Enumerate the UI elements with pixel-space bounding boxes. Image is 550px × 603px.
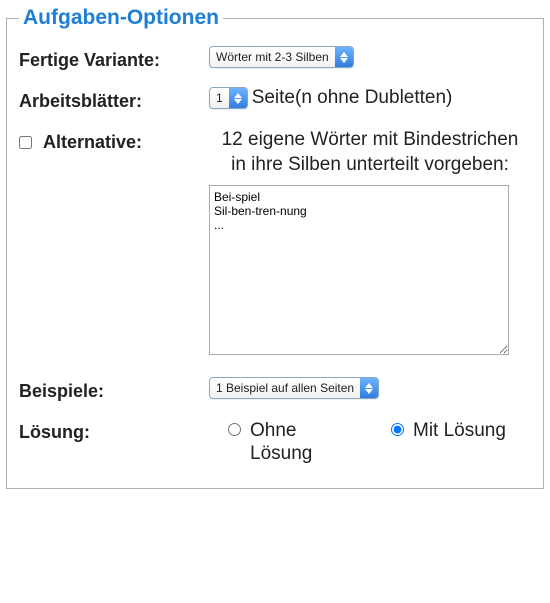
alternative-value-cell: 12 eigene Wörter mit Bindestrichen in ih…	[209, 128, 531, 361]
worksheets-value-cell: 1 Seite(n ohne Dubletten)	[209, 87, 531, 109]
updown-icon	[229, 88, 247, 108]
worksheets-label: Arbeitsblätter:	[19, 87, 209, 112]
row-alternative: Alternative: 12 eigene Wörter mit Bindes…	[19, 128, 531, 361]
worksheets-suffix: Seite(n ohne Dubletten)	[252, 87, 453, 109]
solution-option-mit-label: Mit Lösung	[413, 420, 506, 443]
solution-radio-ohne[interactable]	[228, 423, 241, 436]
variant-select[interactable]: Wörter mit 2-3 Silben	[209, 46, 354, 68]
row-solution: Lösung: Ohne Lösung Mit Lösung	[19, 418, 531, 466]
row-variant: Fertige Variante: Wörter mit 2-3 Silben	[19, 46, 531, 71]
solution-value-cell: Ohne Lösung Mit Lösung	[209, 418, 531, 466]
alternative-checkbox[interactable]	[19, 136, 32, 149]
row-examples: Beispiele: 1 Beispiel auf allen Seiten	[19, 377, 531, 402]
variant-value-cell: Wörter mit 2-3 Silben	[209, 46, 531, 68]
variant-label: Fertige Variante:	[19, 46, 209, 71]
updown-icon	[335, 47, 353, 67]
alternative-words-textarea[interactable]	[209, 185, 509, 355]
solution-option-ohne[interactable]: Ohne Lösung	[223, 420, 350, 466]
variant-select-text: Wörter mit 2-3 Silben	[210, 47, 335, 67]
alternative-description: 12 eigene Wörter mit Bindestrichen in ih…	[209, 128, 531, 177]
options-panel: Aufgaben-Optionen Fertige Variante: Wört…	[6, 6, 544, 489]
alternative-label-cell: Alternative:	[19, 128, 209, 153]
solution-option-mit[interactable]: Mit Lösung	[386, 420, 506, 443]
examples-select[interactable]: 1 Beispiel auf allen Seiten	[209, 377, 379, 399]
examples-label: Beispiele:	[19, 377, 209, 402]
worksheets-count-text: 1	[210, 88, 229, 108]
examples-select-text: 1 Beispiel auf allen Seiten	[210, 378, 360, 398]
row-worksheets: Arbeitsblätter: 1 Seite(n ohne Dubletten…	[19, 87, 531, 112]
worksheets-count-select[interactable]: 1	[209, 87, 248, 109]
alternative-label: Alternative:	[43, 132, 142, 153]
solution-option-ohne-label: Ohne Lösung	[250, 420, 350, 466]
solution-radio-mit[interactable]	[391, 423, 404, 436]
updown-icon	[360, 378, 378, 398]
examples-value-cell: 1 Beispiel auf allen Seiten	[209, 377, 531, 399]
alternative-desc-line2: in ihre Silben unterteilt vorgeben:	[213, 153, 527, 178]
panel-legend: Aufgaben-Optionen	[19, 6, 223, 30]
alternative-desc-line1: 12 eigene Wörter mit Bindestrichen	[213, 128, 527, 153]
solution-label: Lösung:	[19, 418, 209, 443]
